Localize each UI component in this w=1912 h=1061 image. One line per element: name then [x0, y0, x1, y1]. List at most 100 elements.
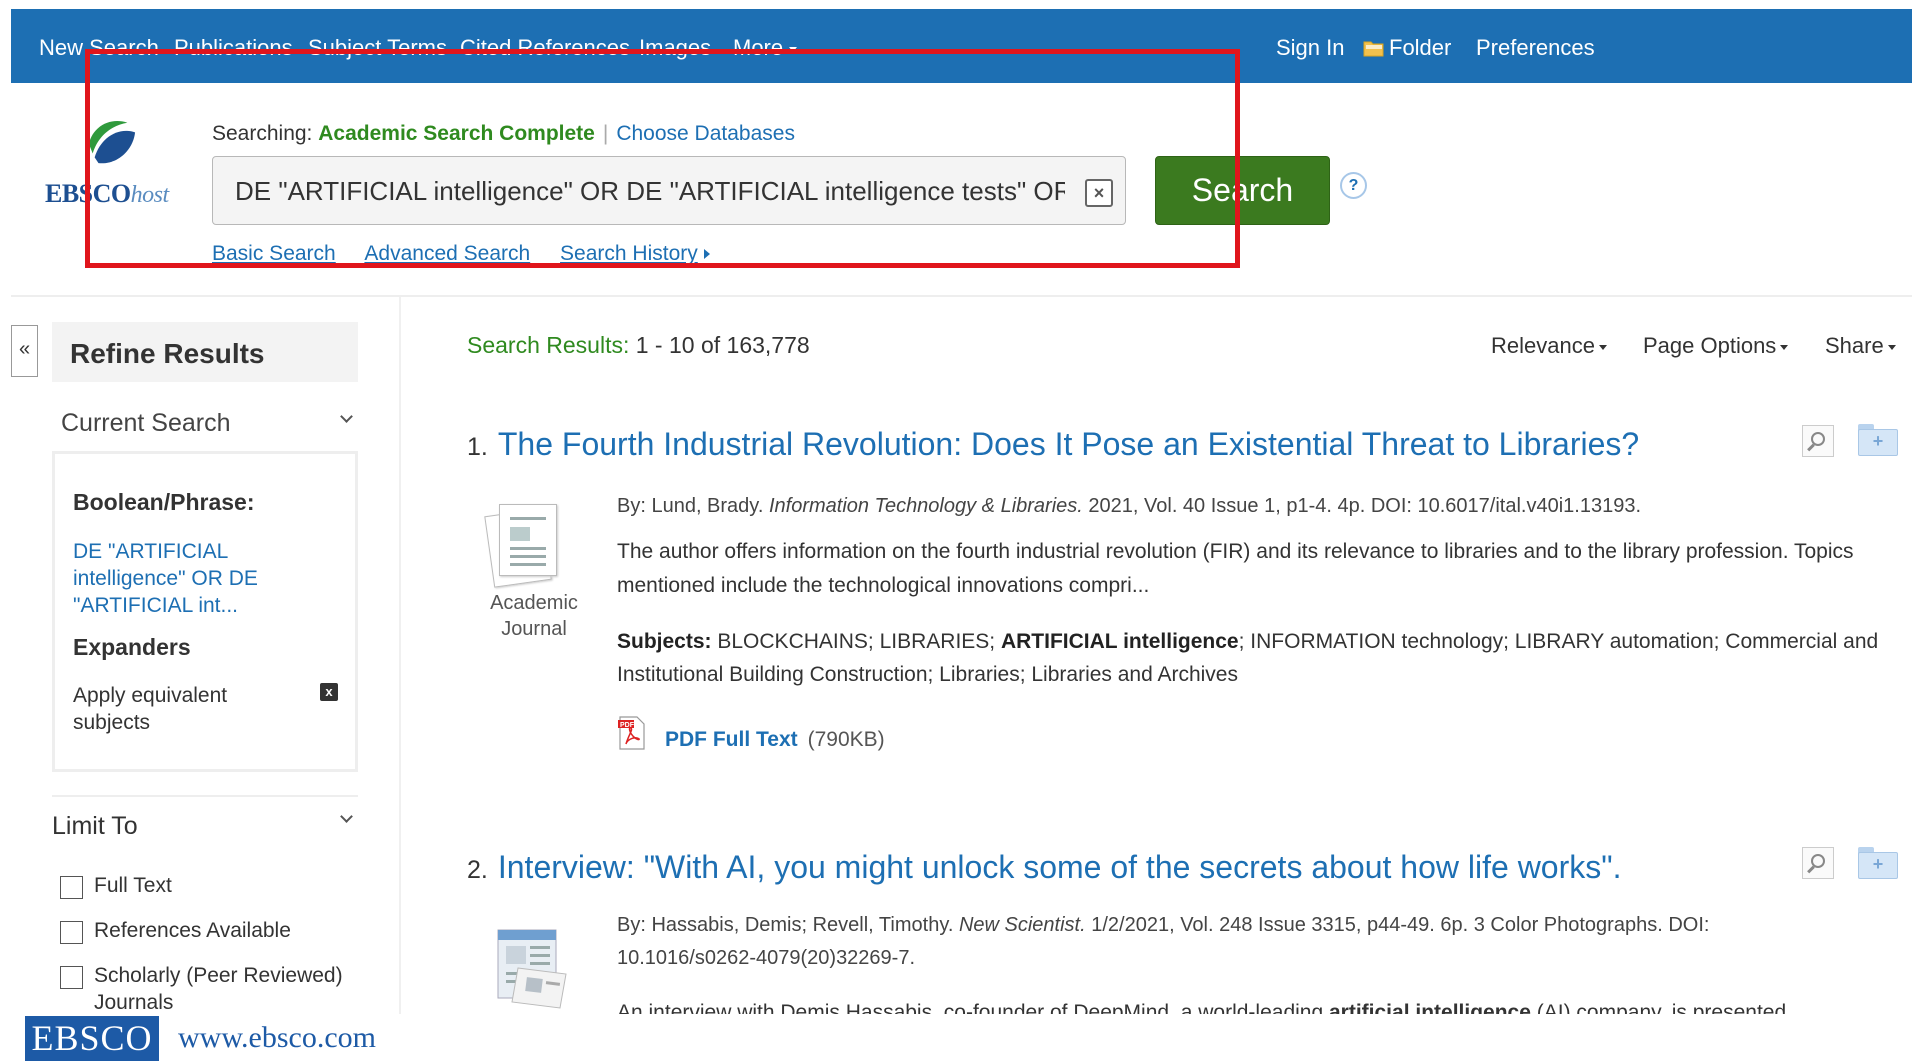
- search-box: DE "ARTIFICIAL intelligence" OR DE "ARTI…: [212, 156, 1126, 225]
- add-to-folder-icon[interactable]: +: [1858, 424, 1898, 456]
- help-icon[interactable]: ?: [1340, 172, 1367, 199]
- pdf-size: (790KB): [807, 728, 885, 751]
- scholarly-checkbox[interactable]: [60, 966, 83, 989]
- abstract-part-a: An interview with Demis Hassabis, co-fou…: [617, 1001, 1324, 1014]
- result-title: 2. Interview: "With AI, you might unlock …: [467, 849, 1622, 886]
- nav-more[interactable]: More: [733, 35, 798, 61]
- logo-ebsco: EBSCO: [45, 179, 131, 208]
- limit-to-title[interactable]: Limit To: [52, 812, 138, 841]
- page-options-label: Page Options: [1643, 333, 1777, 358]
- search-mode-links: Basic Search Advanced Search Search Hist…: [212, 242, 710, 266]
- subjects-part-a[interactable]: BLOCKCHAINS; LIBRARIES;: [717, 630, 995, 653]
- publication-type: Academic Journal: [474, 590, 594, 642]
- remove-expander-button[interactable]: x: [320, 683, 338, 701]
- chevron-down-icon[interactable]: [340, 810, 353, 823]
- result-subjects: Subjects: BLOCKCHAINS; LIBRARIES; ARTIFI…: [617, 625, 1887, 691]
- chevron-down-icon: [1780, 344, 1789, 350]
- result-meta: By: Hassabis, Demis; Revell, Timothy. Ne…: [617, 914, 1709, 937]
- references-available-checkbox[interactable]: [60, 921, 83, 944]
- preview-icon[interactable]: [1802, 425, 1834, 457]
- folder-icon: [1363, 41, 1384, 57]
- searching-label: Searching:: [212, 122, 313, 145]
- nav-new-search[interactable]: New Search: [39, 35, 159, 61]
- results-count-value: 1 - 10 of 163,778: [635, 332, 810, 358]
- relevance-dropdown[interactable]: Relevance: [1491, 333, 1607, 359]
- ebscohost-logo[interactable]: EBSCOhost: [40, 115, 190, 215]
- separator: |: [602, 122, 609, 145]
- expanders-label: Expanders: [73, 634, 191, 660]
- sidebar-divider: [399, 297, 401, 1014]
- pdf-full-text-label: PDF Full Text: [665, 728, 798, 751]
- result-title: 1. The Fourth Industrial Revolution: Does…: [467, 426, 1639, 463]
- result-title-link[interactable]: Interview: "With AI, you might unlock so…: [498, 849, 1622, 885]
- publication-type-line2: Journal: [501, 618, 567, 640]
- footer: EBSCO www.ebsco.com: [0, 1014, 1912, 1061]
- footer-url: www.ebsco.com: [178, 1021, 377, 1054]
- abstract-part-b: (AI) company, is presented: [1536, 1001, 1787, 1014]
- search-input[interactable]: DE "ARTIFICIAL intelligence" OR DE "ARTI…: [235, 173, 1065, 209]
- full-text-checkbox[interactable]: [60, 876, 83, 899]
- chevron-down-icon: [1887, 344, 1896, 350]
- subjects-highlight[interactable]: ARTIFICIAL intelligence: [1001, 630, 1239, 653]
- expander-value: Apply equivalent subjects: [73, 684, 228, 734]
- pdf-full-text-link[interactable]: PDF Full Text (790KB): [665, 728, 885, 752]
- nav-sign-in[interactable]: Sign In: [1276, 35, 1345, 61]
- logo-wordmark: EBSCOhost: [45, 179, 169, 209]
- refine-results-header: Refine Results: [52, 322, 358, 382]
- current-search-title[interactable]: Current Search: [61, 409, 231, 438]
- footer-ebsco-logo: EBSCO: [25, 1016, 159, 1061]
- preview-icon[interactable]: [1802, 847, 1834, 879]
- pdf-icon[interactable]: PDF: [617, 716, 647, 750]
- nav-folder-label: Folder: [1389, 35, 1452, 60]
- references-available-label: References Available: [94, 919, 291, 942]
- boolean-phrase-label: Boolean/Phrase:: [73, 489, 255, 515]
- result-number: 2.: [467, 856, 488, 884]
- result-source[interactable]: Information Technology & Libraries.: [769, 495, 1083, 517]
- ebsco-globe-icon: [84, 115, 138, 167]
- nav-more-label: More: [733, 35, 784, 60]
- result-source[interactable]: New Scientist.: [959, 914, 1086, 936]
- nav-images[interactable]: Images: [639, 35, 711, 61]
- nav-subject-terms[interactable]: Subject Terms: [308, 35, 447, 61]
- result-authors: By: Hassabis, Demis; Revell, Timothy.: [617, 914, 954, 936]
- result-meta: By: Lund, Brady. Information Technology …: [617, 495, 1641, 518]
- header-divider: [11, 295, 1912, 297]
- logo-host: host: [130, 182, 170, 208]
- subjects-label: Subjects:: [617, 630, 712, 653]
- database-name: Academic Search Complete: [318, 122, 595, 145]
- advanced-search-link[interactable]: Advanced Search: [364, 242, 530, 265]
- chevron-down-icon[interactable]: [340, 410, 353, 423]
- result-abstract: The author offers information on the fou…: [617, 540, 1854, 597]
- periodical-icon: [497, 929, 567, 1009]
- result-authors: By: Lund, Brady.: [617, 495, 764, 517]
- page-options-dropdown[interactable]: Page Options: [1643, 333, 1789, 359]
- share-dropdown[interactable]: Share: [1825, 333, 1896, 359]
- result-details: 1/2/2021, Vol. 248 Issue 3315, p44-49. 6…: [1091, 914, 1710, 936]
- result-title-link[interactable]: The Fourth Industrial Revolution: Does I…: [498, 426, 1639, 462]
- abstract-highlight: artificial intelligence: [1329, 1001, 1531, 1014]
- chevron-down-icon: [789, 46, 798, 52]
- results-count: Search Results: 1 - 10 of 163,778: [467, 332, 810, 359]
- result-number: 1.: [467, 433, 488, 461]
- search-button[interactable]: Search: [1155, 156, 1330, 225]
- nav-publications[interactable]: Publications: [174, 35, 293, 61]
- top-navigation-bar: New Search Publications Subject Terms Ci…: [11, 9, 1912, 83]
- clear-search-button[interactable]: ×: [1085, 179, 1113, 207]
- nav-folder[interactable]: Folder: [1363, 35, 1451, 61]
- result-details: 2021, Vol. 40 Issue 1, p1-4. 4p. DOI: 10…: [1088, 495, 1642, 517]
- add-to-folder-icon[interactable]: +: [1858, 847, 1898, 879]
- nav-cited-references[interactable]: Cited References: [460, 35, 630, 61]
- refine-results-title: Refine Results: [70, 338, 265, 369]
- search-history-link[interactable]: Search History: [560, 242, 698, 265]
- relevance-label: Relevance: [1491, 333, 1595, 358]
- result-doi: 10.1016/s0262-4079(20)32269-7.: [617, 947, 916, 969]
- results-count-label: Search Results:: [467, 332, 630, 358]
- svg-text:PDF: PDF: [620, 722, 635, 729]
- current-search-panel: Boolean/Phrase: DE "ARTIFICIAL intellige…: [52, 451, 358, 772]
- nav-preferences[interactable]: Preferences: [1476, 35, 1595, 61]
- choose-databases-link[interactable]: Choose Databases: [616, 122, 795, 145]
- basic-search-link[interactable]: Basic Search: [212, 242, 336, 265]
- collapse-sidebar-button[interactable]: «: [11, 325, 38, 377]
- scholarly-label: Scholarly (Peer Reviewed) Journals: [94, 964, 343, 1014]
- boolean-phrase-value[interactable]: DE "ARTIFICIAL intelligence" OR DE "ARTI…: [73, 538, 303, 619]
